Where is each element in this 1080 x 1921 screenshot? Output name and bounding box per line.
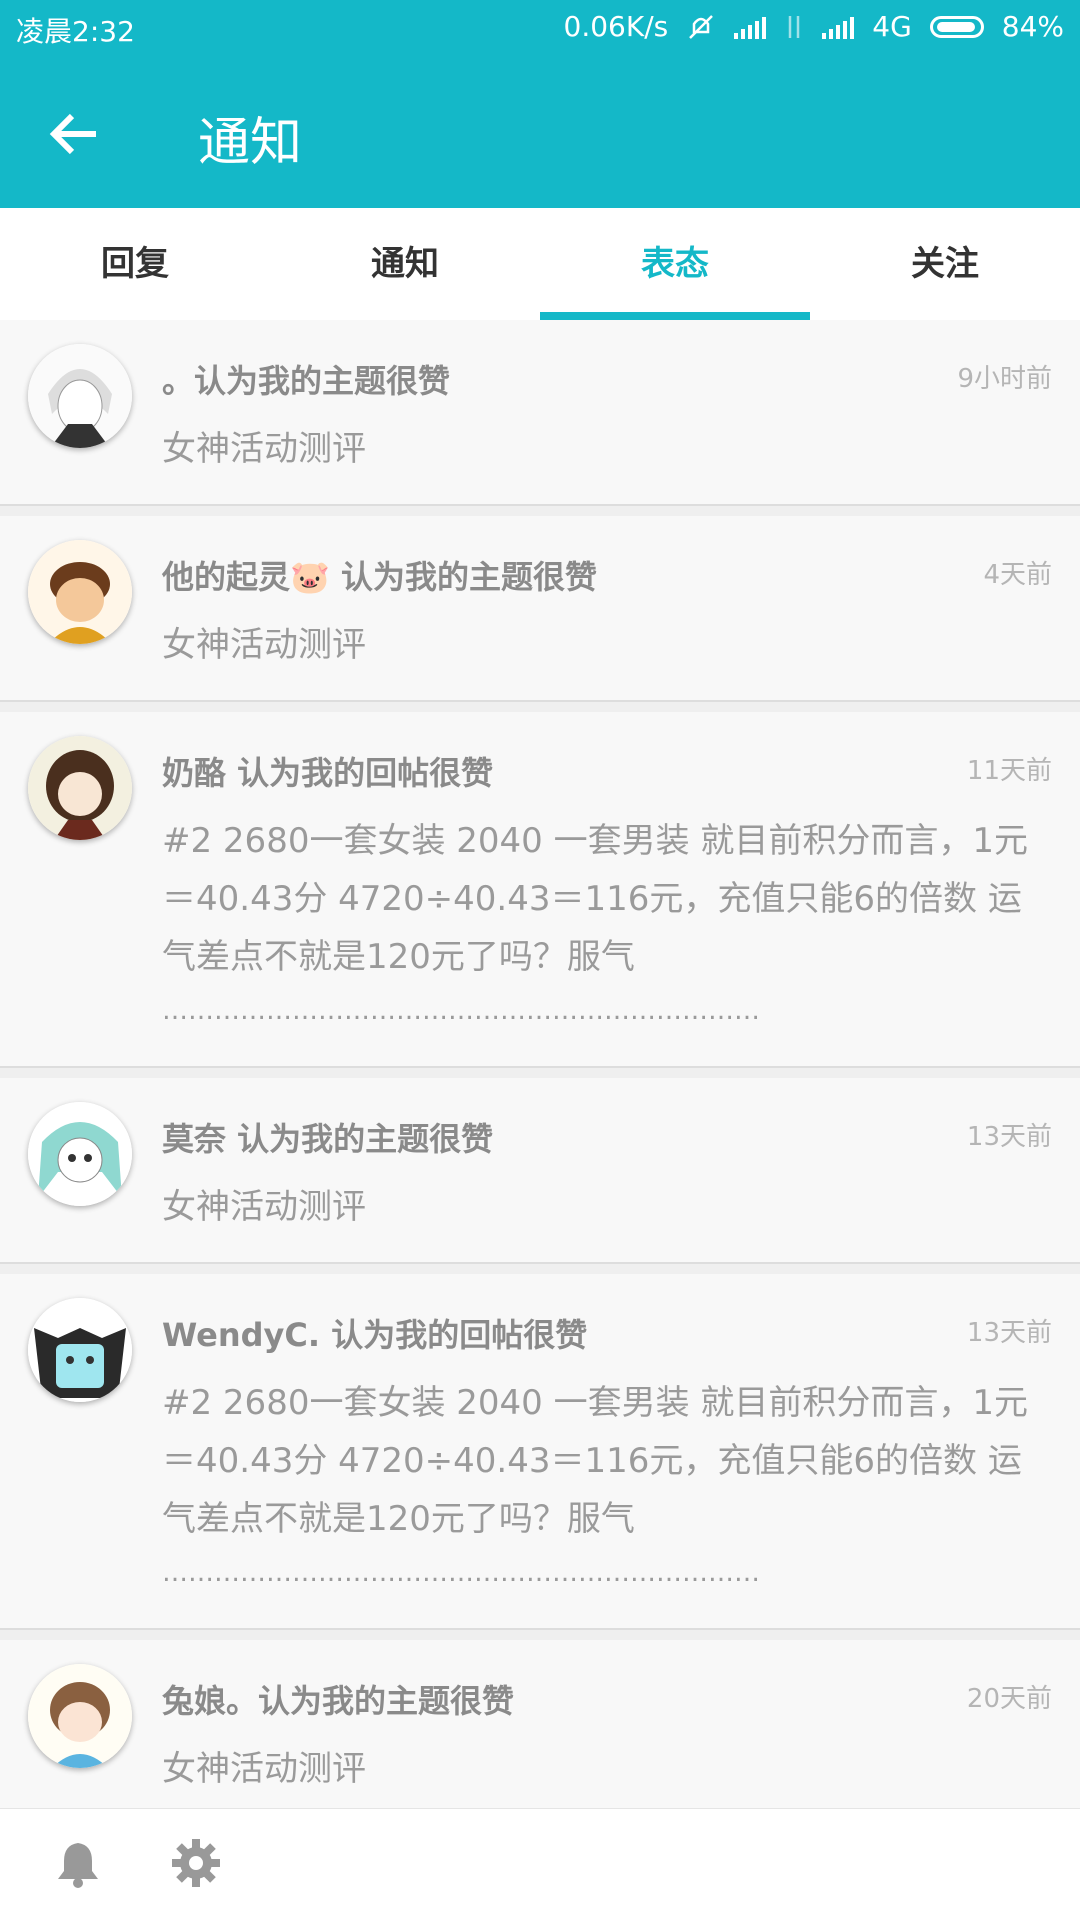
signal-icon bbox=[734, 15, 767, 39]
item-actor: 。认为我的主题很赞 bbox=[162, 362, 451, 400]
item-time: 20天前 bbox=[966, 1684, 1052, 1714]
item-content-text: #2 2680一套女装 2040 一套男装 就目前积分而言，1元＝40.43分 … bbox=[162, 821, 1029, 977]
mute-icon bbox=[689, 14, 714, 39]
tab-reactions[interactable]: 表态 bbox=[540, 208, 810, 320]
arrow-left-icon[interactable] bbox=[44, 104, 104, 164]
list-item[interactable]: WendyC. 认为我的回帖很赞 13天前 #2 2680一套女装 2040 一… bbox=[0, 1274, 1080, 1630]
list-item[interactable]: 莫奈 认为我的主题很赞 13天前 女神活动测评 bbox=[0, 1078, 1080, 1264]
item-content: #2 2680一套女装 2040 一套男装 就目前积分而言，1元＝40.43分 … bbox=[162, 1374, 1052, 1586]
list-item[interactable]: 。认为我的主题很赞 9小时前 女神活动测评 bbox=[0, 320, 1080, 506]
bell-icon[interactable] bbox=[52, 1837, 104, 1889]
tab-follows[interactable]: 关注 bbox=[810, 208, 1080, 320]
item-content-text: #2 2680一套女装 2040 一套男装 就目前积分而言，1元＝40.43分 … bbox=[162, 1383, 1029, 1539]
item-actor: 兔娘。认为我的主题很赞 bbox=[162, 1682, 515, 1720]
signal-icon bbox=[822, 15, 855, 39]
list-item[interactable]: 兔娘。认为我的主题很赞 20天前 女神活动测评 bbox=[0, 1640, 1080, 1826]
bottom-bar bbox=[0, 1808, 1080, 1921]
avatar[interactable] bbox=[28, 344, 132, 448]
battery-percent: 84% bbox=[1001, 10, 1064, 43]
avatar[interactable] bbox=[28, 1102, 132, 1206]
avatar[interactable] bbox=[28, 1664, 132, 1768]
tab-notifications[interactable]: 通知 bbox=[270, 208, 540, 320]
status-time: 凌晨2:32 bbox=[16, 15, 135, 48]
notification-list: 。认为我的主题很赞 9小时前 女神活动测评 他的起灵🐷 认为我的主题很赞 4天前… bbox=[0, 320, 1080, 1836]
truncation-dots: …………………………………………………………… bbox=[162, 996, 760, 1026]
item-content: #2 2680一套女装 2040 一套男装 就目前积分而言，1元＝40.43分 … bbox=[162, 812, 1052, 1024]
network-speed: 0.06K/s bbox=[563, 10, 669, 43]
item-content: 女神活动测评 bbox=[162, 1187, 366, 1227]
avatar[interactable] bbox=[28, 1298, 132, 1402]
item-actor: 他的起灵🐷 认为我的主题很赞 bbox=[162, 558, 597, 596]
status-bar: 凌晨2:32 0.06K/s 4G 84% bbox=[0, 0, 1080, 56]
item-actor: 奶酪 认为我的回帖很赞 bbox=[162, 754, 494, 792]
avatar[interactable] bbox=[28, 736, 132, 840]
gear-icon[interactable] bbox=[170, 1837, 222, 1889]
item-time: 9小时前 bbox=[957, 364, 1052, 394]
truncation-dots: …………………………………………………………… bbox=[162, 1558, 760, 1588]
item-content: 女神活动测评 bbox=[162, 429, 366, 469]
app-bar: 通知 bbox=[0, 56, 1080, 208]
item-content: 女神活动测评 bbox=[162, 1749, 366, 1789]
page-title: 通知 bbox=[198, 113, 303, 173]
list-item[interactable]: 奶酪 认为我的回帖很赞 11天前 #2 2680一套女装 2040 一套男装 就… bbox=[0, 712, 1080, 1068]
network-type: 4G bbox=[872, 10, 912, 43]
tab-bar: 回复 通知 表态 关注 bbox=[0, 208, 1080, 320]
item-content: 女神活动测评 bbox=[162, 625, 366, 665]
item-actor: WendyC. 认为我的回帖很赞 bbox=[162, 1316, 588, 1354]
status-icons: 0.06K/s 4G 84% bbox=[564, 10, 1064, 43]
item-time: 11天前 bbox=[966, 756, 1052, 786]
tab-replies[interactable]: 回复 bbox=[0, 208, 270, 320]
avatar[interactable] bbox=[28, 540, 132, 644]
battery-icon bbox=[929, 15, 984, 38]
item-time: 13天前 bbox=[966, 1318, 1052, 1348]
item-time: 4天前 bbox=[983, 560, 1052, 590]
item-actor: 莫奈 认为我的主题很赞 bbox=[162, 1120, 494, 1158]
list-item[interactable]: 他的起灵🐷 认为我的主题很赞 4天前 女神活动测评 bbox=[0, 516, 1080, 702]
item-time: 13天前 bbox=[966, 1122, 1052, 1152]
data-transfer-icon bbox=[789, 15, 800, 38]
